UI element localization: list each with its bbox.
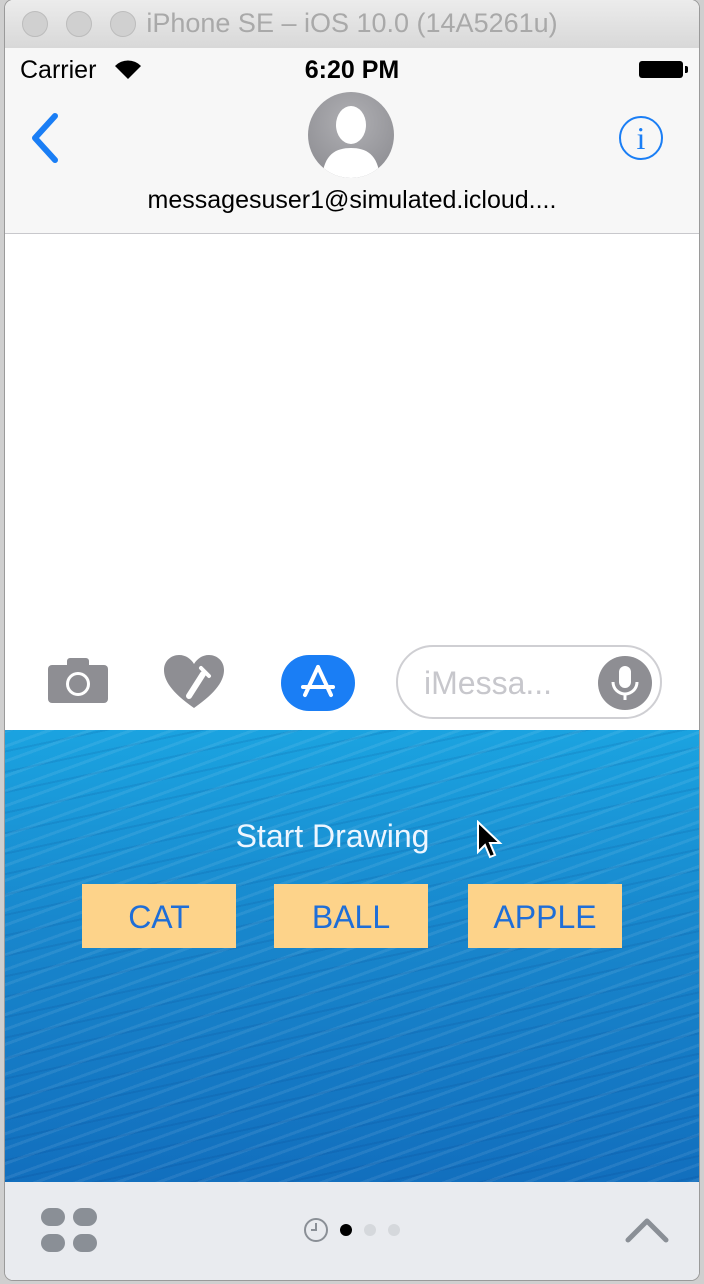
- expand-chevron-icon[interactable]: [625, 1216, 669, 1244]
- info-icon[interactable]: i: [619, 116, 663, 160]
- app-store-button[interactable]: [281, 655, 355, 711]
- contact-avatar[interactable]: [308, 92, 394, 178]
- window-title: iPhone SE – iOS 10.0 (14A5261u): [146, 8, 558, 38]
- page-dot: [364, 1224, 376, 1236]
- drawing-app-panel: Start Drawing CAT BALL APPLE: [5, 730, 699, 1182]
- app-drawer-bar: [5, 1182, 699, 1280]
- clock: 6:20 PM: [304, 56, 400, 84]
- camera-icon[interactable]: [47, 656, 109, 704]
- start-drawing-label: Start Drawing: [235, 818, 430, 854]
- app-drawer-icon[interactable]: [41, 1208, 97, 1252]
- status-bar: Carrier 6:20 PM: [5, 48, 699, 90]
- microphone-button[interactable]: [598, 656, 652, 710]
- back-chevron-icon[interactable]: [27, 112, 63, 164]
- person-silhouette-icon: [322, 106, 380, 178]
- simulator-window: iPhone SE – iOS 10.0 (14A5261u) Carrier …: [5, 0, 699, 1280]
- digital-touch-icon[interactable]: [163, 654, 225, 710]
- word-button-cat[interactable]: CAT: [82, 884, 236, 948]
- page-indicator[interactable]: [303, 1216, 413, 1244]
- contact-name[interactable]: messagesuser1@simulated.icloud....: [5, 186, 699, 215]
- mouse-pointer-icon: [477, 820, 503, 859]
- conversation-header: messagesuser1@simulated.icloud.... i: [5, 90, 699, 234]
- word-button-apple[interactable]: APPLE: [468, 884, 622, 948]
- recents-clock-icon: [304, 1218, 328, 1242]
- page-dot: [388, 1224, 400, 1236]
- imessage-input[interactable]: iMessa...: [396, 645, 662, 719]
- conversation-transcript: [5, 234, 699, 644]
- word-button-ball[interactable]: BALL: [274, 884, 428, 948]
- page-dot-active: [340, 1224, 352, 1236]
- microphone-icon: [611, 666, 639, 700]
- message-input-bar: iMessa...: [5, 644, 699, 730]
- app-store-icon: [301, 665, 335, 697]
- battery-icon: [639, 61, 688, 78]
- imessage-placeholder: iMessa...: [424, 665, 553, 701]
- window-titlebar: iPhone SE – iOS 10.0 (14A5261u): [5, 0, 699, 49]
